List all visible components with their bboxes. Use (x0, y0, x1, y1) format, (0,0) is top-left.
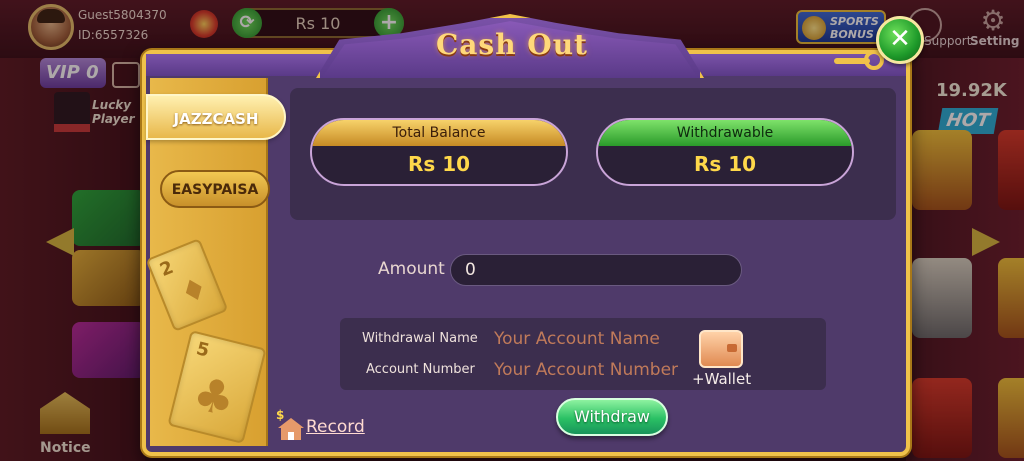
withdrawal-name-label: Withdrawal Name (362, 331, 478, 346)
tab-easypaisa[interactable]: EASYPAISA (160, 170, 270, 208)
total-balance-card: Total Balance Rs 10 (310, 118, 568, 186)
record-icon-door (288, 432, 294, 440)
withdrawable-value: Rs 10 (693, 152, 757, 176)
account-number-label: Account Number (366, 362, 475, 377)
amount-input[interactable]: 0 (450, 254, 742, 286)
card-rank: 2 (157, 256, 177, 281)
club-icon: ♣ (187, 365, 241, 428)
total-balance-value: Rs 10 (407, 152, 471, 176)
account-number-field[interactable] (494, 357, 688, 383)
record-link[interactable]: Record (306, 417, 365, 437)
dollar-icon: $ (276, 408, 285, 422)
record-icon[interactable]: $ (276, 408, 304, 440)
dialog-title: Cash Out (436, 28, 588, 61)
diamond-icon: ♦ (175, 269, 214, 313)
add-wallet-button[interactable]: +Wallet (692, 370, 751, 388)
withdraw-button[interactable]: Withdraw (556, 398, 668, 436)
amount-label: Amount (378, 259, 445, 279)
total-balance-label: Total Balance (312, 120, 566, 146)
withdrawable-label: Withdrawable (598, 120, 852, 146)
wallet-icon[interactable] (699, 330, 743, 368)
tab-jazzcash[interactable]: JAZZCASH (146, 94, 286, 140)
card-rank: 5 (194, 338, 212, 362)
withdrawable-card: Withdrawable Rs 10 (596, 118, 854, 186)
withdrawal-name-field[interactable] (494, 326, 684, 352)
close-icon[interactable]: ✕ (876, 16, 924, 64)
